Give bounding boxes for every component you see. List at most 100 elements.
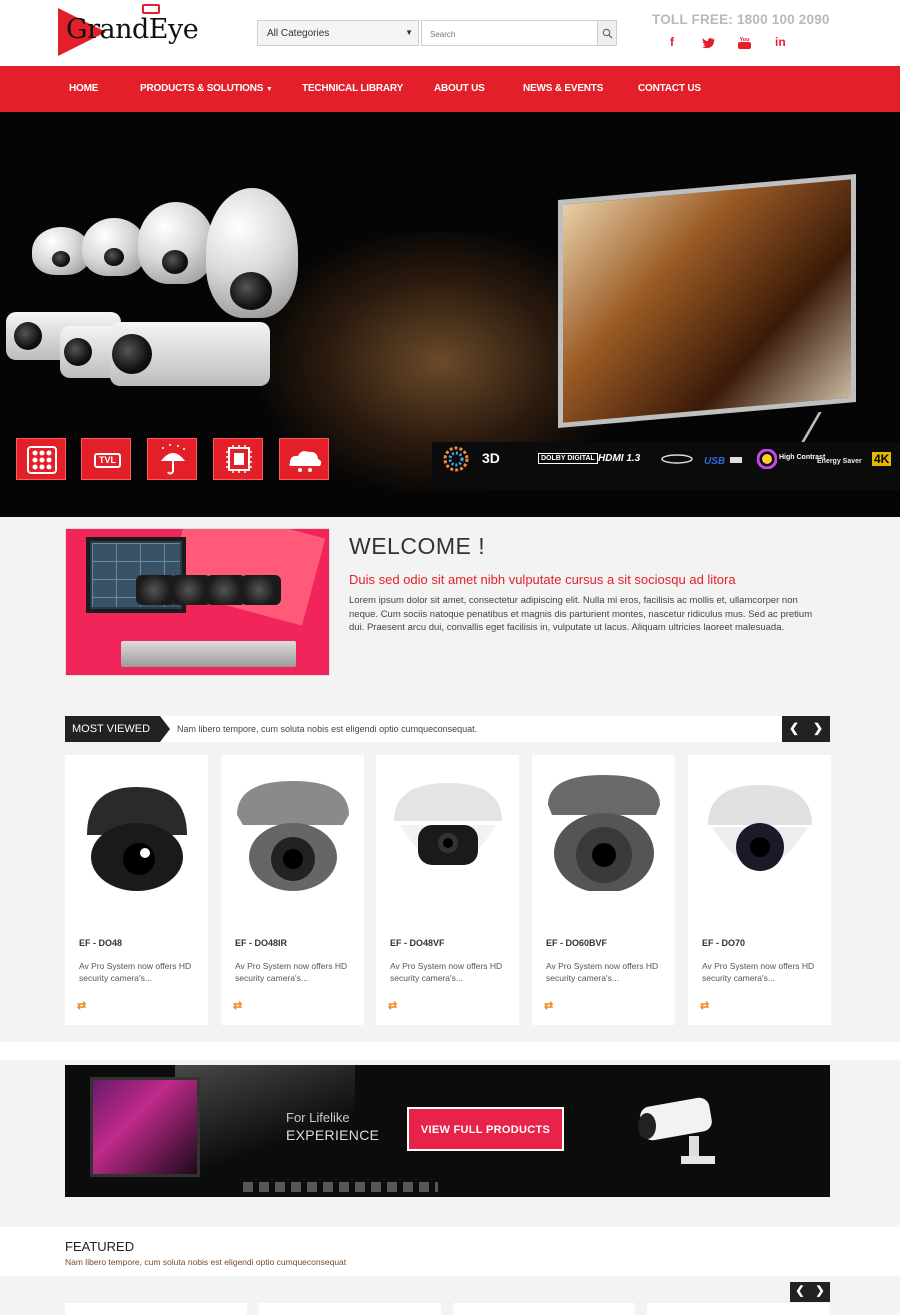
nav-news-events[interactable]: NEWS & EVENTS bbox=[523, 83, 603, 94]
product-card[interactable]: EF - DO48VF Av Pro System now offers HD … bbox=[376, 755, 519, 1025]
most-viewed-text: Nam libero tempore, cum soluta nobis est… bbox=[177, 724, 478, 734]
view-full-products-button[interactable]: VIEW FULL PRODUCTS bbox=[407, 1107, 564, 1151]
product-name: EF - DO70 bbox=[702, 938, 746, 948]
grid-icon bbox=[27, 446, 57, 474]
most-viewed-bar: MOST VIEWED Nam libero tempore, cum solu… bbox=[65, 716, 830, 742]
logo-text: GrandEye bbox=[66, 14, 199, 45]
bullet-camera bbox=[241, 575, 281, 605]
umbrella-icon bbox=[161, 444, 185, 475]
product-desc: Av Pro System now offers HD security cam… bbox=[79, 961, 192, 983]
featured-card[interactable] bbox=[453, 1303, 635, 1315]
colorful-icon bbox=[443, 446, 469, 472]
hero-cameras-image bbox=[0, 182, 300, 392]
compare-icon[interactable]: ⇄ bbox=[700, 999, 709, 1012]
product-desc: Av Pro System now offers HD security cam… bbox=[235, 961, 348, 983]
box-camera bbox=[110, 322, 270, 386]
product-card[interactable]: EF - DO48IR Av Pro System now offers HD … bbox=[221, 755, 364, 1025]
site-header: GrandEye All Categories ▼ Search TOLL FR… bbox=[0, 0, 900, 66]
promo-feature-logos bbox=[243, 1182, 438, 1192]
hero-feature-umbrella-icon[interactable] bbox=[147, 438, 197, 480]
product-desc: Av Pro System now offers HD security cam… bbox=[546, 961, 659, 983]
product-desc: Av Pro System now offers HD security cam… bbox=[390, 961, 503, 983]
most-viewed-label: MOST VIEWED bbox=[65, 716, 170, 742]
contrast-icon bbox=[757, 449, 777, 469]
cloud-icon bbox=[289, 451, 322, 472]
next-arrow-button[interactable]: ❯ bbox=[810, 1284, 830, 1297]
prev-arrow-button[interactable]: ❮ bbox=[790, 1284, 810, 1297]
category-select-value: All Categories bbox=[267, 28, 330, 39]
promo-big-text: EXPERIENCE bbox=[286, 1127, 380, 1143]
nav-home[interactable]: HOME bbox=[69, 83, 98, 94]
feature-4k: 4K bbox=[872, 452, 892, 466]
main-nav: HOME PRODUCTS & SOLUTIONS ▼ TECHNICAL LI… bbox=[0, 66, 900, 112]
product-name: EF - DO60BVF bbox=[546, 938, 608, 948]
ptz-camera bbox=[206, 188, 298, 318]
hero-feature-tvl-icon[interactable]: TVL bbox=[81, 438, 131, 480]
twitter-icon[interactable] bbox=[702, 36, 716, 50]
hero-feature-chip-icon[interactable] bbox=[213, 438, 263, 480]
nav-products-label: PRODUCTS & SOLUTIONS bbox=[140, 83, 264, 94]
hero-feature-grid-icon[interactable] bbox=[16, 438, 66, 480]
tvl-label: TVL bbox=[94, 453, 121, 468]
featured-card[interactable] bbox=[259, 1303, 441, 1315]
search-input[interactable]: Search bbox=[421, 20, 598, 46]
prev-arrow-button[interactable]: ❮ bbox=[782, 721, 806, 735]
promo-banner: For Lifelike EXPERIENCE VIEW FULL PRODUC… bbox=[65, 1065, 830, 1197]
product-image bbox=[708, 785, 812, 871]
feature-logos-strip: 3D DOLBY DIGITAL HDMI 1.3 USB High Contr… bbox=[432, 442, 900, 490]
feature-energy-saver: Energy Saver bbox=[817, 458, 862, 465]
promo-small-text: For Lifelike bbox=[286, 1110, 350, 1125]
category-select[interactable]: All Categories ▼ bbox=[257, 20, 419, 46]
featured-title: FEATURED bbox=[65, 1239, 135, 1254]
wide-view-icon bbox=[661, 454, 693, 464]
welcome-subtitle: Duis sed odio sit amet nibh vulputate cu… bbox=[349, 572, 736, 587]
featured-section: FEATURED Nam libero tempore, cum soluta … bbox=[0, 1227, 900, 1315]
usb-icon: USB bbox=[704, 456, 742, 466]
compare-icon[interactable]: ⇄ bbox=[233, 999, 242, 1012]
hero-feature-cloud-icon[interactable] bbox=[279, 438, 329, 480]
promo-section: For Lifelike EXPERIENCE VIEW FULL PRODUC… bbox=[0, 1042, 900, 1227]
feature-3d: 3D bbox=[482, 450, 500, 466]
youtube-icon[interactable]: You bbox=[738, 35, 751, 49]
chevron-down-icon: ▼ bbox=[405, 28, 413, 37]
bullet-camera bbox=[136, 575, 176, 605]
welcome-title: WELCOME ! bbox=[349, 533, 486, 559]
dome-camera bbox=[82, 218, 146, 276]
hero-tv-stand bbox=[801, 412, 847, 442]
compare-icon[interactable]: ⇄ bbox=[544, 999, 553, 1012]
caret-down-icon: ▼ bbox=[265, 86, 273, 93]
hero-tv-image bbox=[558, 173, 856, 429]
product-card[interactable]: EF - DO48 Av Pro System now offers HD se… bbox=[65, 755, 208, 1025]
next-arrow-button[interactable]: ❯ bbox=[806, 721, 830, 735]
nav-contact-us[interactable]: CONTACT US bbox=[638, 83, 701, 94]
compare-icon[interactable]: ⇄ bbox=[388, 999, 397, 1012]
linkedin-icon[interactable]: in bbox=[775, 35, 786, 49]
product-card[interactable]: EF - DO70 Av Pro System now offers HD se… bbox=[688, 755, 831, 1025]
section-divider bbox=[0, 1042, 900, 1060]
facebook-icon[interactable]: f bbox=[670, 35, 674, 49]
nav-about-us[interactable]: ABOUT US bbox=[434, 83, 485, 94]
search-button[interactable] bbox=[597, 20, 617, 46]
search-icon bbox=[602, 28, 613, 39]
chip-icon bbox=[226, 445, 252, 473]
featured-card[interactable] bbox=[647, 1303, 829, 1315]
promo-tv-image bbox=[90, 1077, 200, 1177]
product-name: EF - DO48IR bbox=[235, 938, 288, 948]
promo-camera-image bbox=[638, 1097, 715, 1164]
product-image bbox=[87, 787, 187, 891]
product-card[interactable]: EF - DO60BVF Av Pro System now offers HD… bbox=[532, 755, 675, 1025]
search-placeholder: Search bbox=[430, 30, 456, 39]
feature-dolby: DOLBY DIGITAL bbox=[538, 453, 598, 464]
featured-card[interactable] bbox=[65, 1303, 247, 1315]
nav-technical-library[interactable]: TECHNICAL LIBRARY bbox=[302, 83, 403, 94]
logo-camera-icon bbox=[142, 4, 160, 14]
compare-icon[interactable]: ⇄ bbox=[77, 999, 86, 1012]
featured-subtitle: Nam libero tempore, cum soluta nobis est… bbox=[65, 1257, 347, 1267]
bullet-camera bbox=[171, 575, 211, 605]
grandeye-logo[interactable]: GrandEye bbox=[58, 4, 199, 56]
nav-products-solutions[interactable]: PRODUCTS & SOLUTIONS ▼ bbox=[140, 83, 273, 94]
product-image bbox=[548, 775, 660, 891]
welcome-body: Lorem ipsum dolor sit amet, consectetur … bbox=[349, 595, 813, 633]
welcome-section: WELCOME ! Duis sed odio sit amet nibh vu… bbox=[0, 517, 900, 1042]
dome-camera bbox=[138, 202, 214, 284]
